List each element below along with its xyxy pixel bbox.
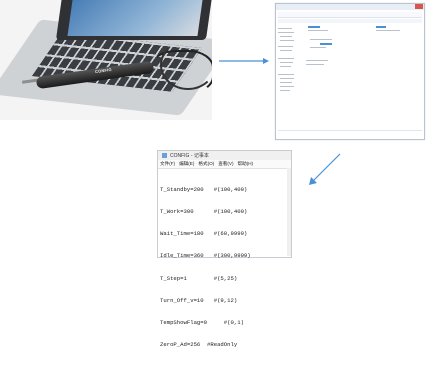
menu-format[interactable]: 格式(O) [198, 161, 214, 167]
config-line: Turn_Off_v=10 #(9,12) [160, 296, 238, 304]
notepad-scrollbar[interactable] [287, 168, 291, 256]
config-line: T_Work=300 #(100,400) [160, 208, 248, 216]
menu-edit[interactable]: 编辑(E) [179, 161, 194, 167]
notepad-icon [162, 153, 167, 158]
explorer-address-bar[interactable] [278, 12, 422, 18]
explorer-status-bar [278, 130, 422, 137]
explorer-toolbar [278, 19, 422, 23]
config-line: TempShowFlag=0 #(0,1) [160, 319, 244, 327]
menu-view[interactable]: 查看(V) [218, 161, 233, 167]
close-icon[interactable] [415, 4, 423, 9]
laptop-photo: CONFIG [0, 0, 212, 120]
config-line: T_Step=1 #(5,25) [160, 274, 238, 282]
notepad-title: CONFIG - 记事本 [170, 153, 209, 159]
notepad-text-area[interactable]: T_Standby=200 #(100,400) T_Work=300 #(10… [158, 169, 291, 365]
menu-file[interactable]: 文件(F) [160, 161, 175, 167]
explorer-titlebar [276, 4, 424, 10]
arrow-down-left-icon [309, 153, 341, 185]
file-explorer-window [275, 3, 425, 140]
notepad-window: CONFIG - 记事本 文件(F) 编辑(E) 格式(O) 查看(V) 帮助(… [157, 150, 292, 348]
config-line: Idle_Time=360 #(300,9999) [160, 252, 251, 260]
explorer-sidebar [278, 26, 300, 126]
menu-help[interactable]: 帮助(H) [238, 161, 254, 167]
explorer-item-selected[interactable] [308, 26, 320, 28]
arrow-right-icon [219, 58, 269, 64]
config-line: Wait_Time=180 #(60,9999) [160, 230, 248, 238]
config-line: ZeroP_Ad=256 #ReadOnly [160, 341, 238, 349]
config-line: T_Standby=200 #(100,400) [160, 185, 248, 193]
notepad-menubar: 文件(F) 编辑(E) 格式(O) 查看(V) 帮助(H) [158, 160, 291, 169]
notepad-titlebar: CONFIG - 记事本 [158, 151, 291, 160]
